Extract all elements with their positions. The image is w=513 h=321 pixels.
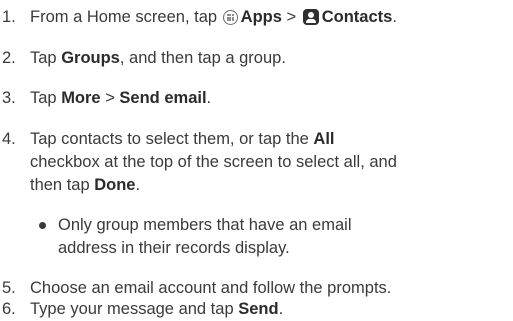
step-text: From a Home screen, tap Apps > Contacts. — [30, 8, 397, 26]
step-text: Tap More > Send email. — [30, 89, 212, 107]
step-number: 4. — [2, 130, 16, 148]
step-number: 6. — [2, 300, 16, 318]
step-text: Type your message and tap Send. — [30, 300, 284, 318]
note-line-1: Only group members that have an email — [58, 216, 352, 234]
step-number: 1. — [2, 8, 16, 26]
apps-icon — [222, 10, 238, 25]
step-number: 5. — [2, 279, 16, 297]
step-number: 2. — [2, 49, 16, 67]
bullet-dot — [39, 222, 46, 229]
step-text: Tap Groups, and then tap a group. — [30, 49, 286, 67]
contacts-icon — [302, 9, 319, 25]
step-text-line-2: checkbox at the top of the screen to sel… — [30, 153, 397, 171]
note-line-2: address in their records display. — [58, 239, 290, 257]
step-text-line-1: Tap contacts to select them, or tap the … — [30, 130, 335, 148]
step-text-line-3: then tap Done. — [30, 176, 141, 194]
step-number: 3. — [2, 89, 16, 107]
step-text: Choose an email account and follow the p… — [30, 279, 392, 297]
